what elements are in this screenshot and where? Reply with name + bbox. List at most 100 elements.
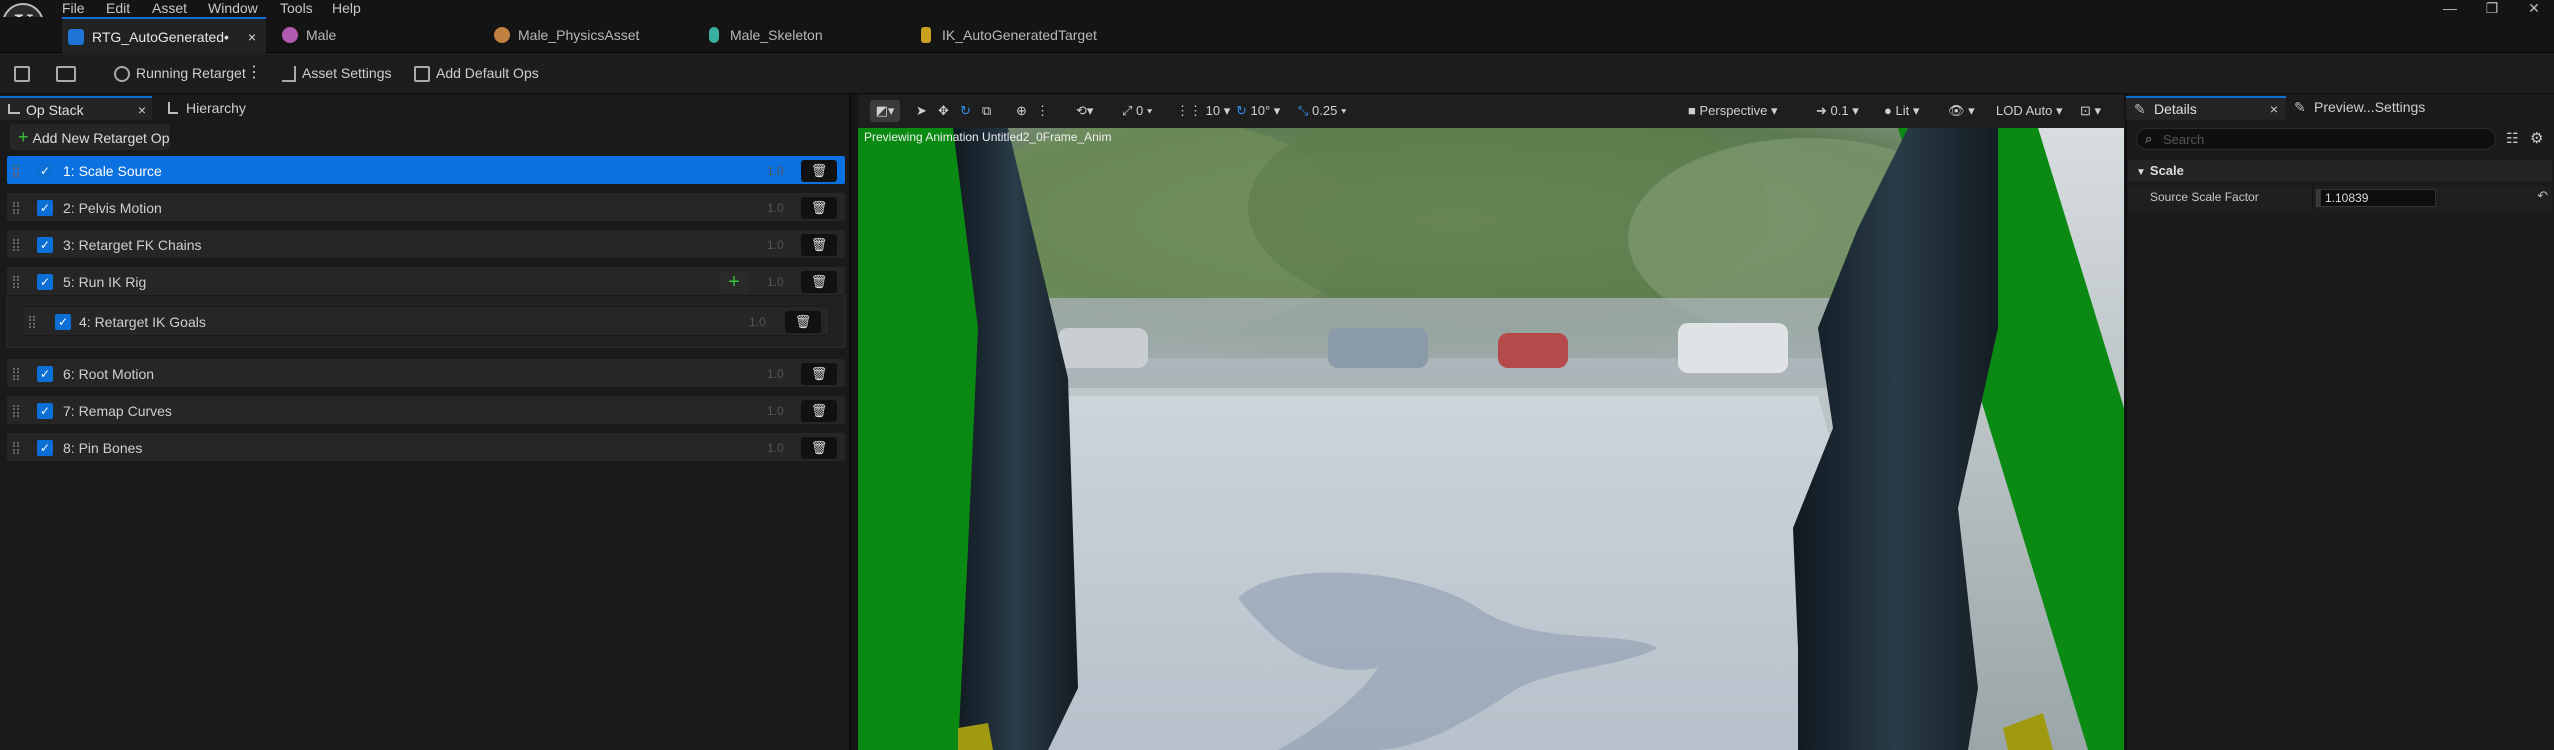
browse-asset-icon[interactable] <box>56 53 82 93</box>
add-new-retarget-op-button[interactable]: + Add New Retarget Op <box>10 124 170 150</box>
drag-handle-icon[interactable] <box>13 405 19 417</box>
op-label: 1: Scale Source <box>63 163 162 179</box>
show-flags-dropdown[interactable]: 👁 ▾ <box>1948 100 1975 122</box>
menu-asset[interactable]: Asset <box>152 0 187 17</box>
viewport-options-icon[interactable]: ◩▾ <box>870 100 900 122</box>
drag-handle-icon[interactable] <box>13 165 19 177</box>
enabled-checkbox[interactable]: ✓ <box>55 314 71 330</box>
asset-settings-button[interactable]: Asset Settings <box>282 53 392 93</box>
op-row[interactable]: ✓ 1: Scale Source 1.0 🗑 <box>6 155 846 185</box>
scale-snap-value: 0.25 <box>1312 103 1338 118</box>
tab-op-stack[interactable]: Op Stack × <box>0 96 152 120</box>
world-local-icon[interactable]: ⊕ <box>1016 100 1027 122</box>
enabled-checkbox[interactable]: ✓ <box>37 403 53 419</box>
tab-hierarchy[interactable]: Hierarchy <box>166 96 306 120</box>
tab-ik-autogeneratedtarget[interactable]: IK_AutoGeneratedTarget <box>912 17 1132 53</box>
add-default-ops-button[interactable]: Add Default Ops <box>414 53 539 93</box>
camera-speed-icon: ➜ <box>1816 103 1831 118</box>
drag-handle-icon[interactable] <box>13 276 19 288</box>
tab-male-physicsasset[interactable]: Male_PhysicsAsset <box>488 17 688 53</box>
camera-speed-value: 0.1 <box>1830 103 1849 118</box>
section-scale[interactable]: ▼ Scale <box>2128 160 2552 182</box>
translate-snap-dropdown[interactable]: ⤢ 0 ▾ <box>1122 100 1152 122</box>
grid-snap-dropdown[interactable]: ⋮⋮ 10 ▾ <box>1176 100 1230 122</box>
enabled-checkbox[interactable]: ✓ <box>37 274 53 290</box>
drag-handle-icon[interactable] <box>13 368 19 380</box>
op-row-child[interactable]: ✓ 4: Retarget IK Goals 1.0 🗑 <box>22 306 830 336</box>
translate-snap-value: 0 <box>1136 103 1144 118</box>
close-tab-icon[interactable]: × <box>138 98 146 122</box>
delete-op-icon[interactable]: 🗑 <box>801 197 837 219</box>
gear-icon[interactable]: ⚙ <box>2530 129 2543 147</box>
add-child-op-icon[interactable]: + <box>719 271 749 293</box>
enabled-checkbox[interactable]: ✓ <box>37 163 53 179</box>
running-retarget-icon <box>114 66 130 83</box>
running-retarget-button[interactable]: Running Retarget <box>114 53 246 93</box>
rotate-tool-icon[interactable]: ↻ <box>960 100 971 122</box>
viewport-scene[interactable]: Previewing Animation Untitled2_0Frame_An… <box>858 128 2124 750</box>
op-row[interactable]: ✓ 6: Root Motion 1.0 🗑 <box>6 358 846 388</box>
tab-male[interactable]: Male <box>276 17 476 53</box>
viewport[interactable]: ◩▾ ➤ ✥ ↻ ⧉ ⊕ ⋮ ⟲▾ ⤢ 0 ▾ ⋮⋮ 10 ▾ ↻ 10° ▾ … <box>858 94 2124 750</box>
delete-op-icon[interactable]: 🗑 <box>801 160 837 182</box>
delete-op-icon[interactable]: 🗑 <box>801 363 837 385</box>
tab-male-skeleton[interactable]: Male_Skeleton <box>700 17 900 53</box>
op-row[interactable]: ✓ 5: Run IK Rig + 1.0 🗑 <box>6 266 846 296</box>
scale-snap-dropdown[interactable]: ⤡ 0.25 ▾ <box>1298 100 1346 122</box>
lod-dropdown[interactable]: LOD Auto ▾ <box>1996 100 2063 122</box>
drag-handle-icon[interactable] <box>13 442 19 454</box>
drag-handle-icon[interactable] <box>29 316 35 328</box>
op-version: 1.0 <box>767 404 784 418</box>
close-tab-icon[interactable]: × <box>2270 98 2278 120</box>
reset-to-default-icon[interactable]: ↶ <box>2537 188 2548 204</box>
viewport-layout-dropdown[interactable]: ⊡ ▾ <box>2080 100 2101 122</box>
source-scale-factor-input[interactable]: 1.10839 <box>2320 189 2436 207</box>
delete-op-icon[interactable]: 🗑 <box>801 271 837 293</box>
grid-snap-icon: ⋮⋮ <box>1176 103 1206 118</box>
save-icon[interactable] <box>14 53 36 93</box>
delete-op-icon[interactable]: 🗑 <box>801 400 837 422</box>
select-tool-icon[interactable]: ➤ <box>916 100 927 122</box>
menu-help[interactable]: Help <box>332 0 361 17</box>
delete-op-icon[interactable]: 🗑 <box>785 311 821 333</box>
minimize-button[interactable]: — <box>2430 0 2470 17</box>
lit-dropdown[interactable]: ● Lit ▾ <box>1884 100 1919 122</box>
op-row[interactable]: ✓ 3: Retarget FK Chains 1.0 🗑 <box>6 229 846 259</box>
restore-button[interactable]: ❐ <box>2472 0 2512 17</box>
menu-window[interactable]: Window <box>208 0 258 17</box>
close-tab-icon[interactable]: × <box>248 19 256 55</box>
op-row[interactable]: ✓ 2: Pelvis Motion 1.0 🗑 <box>6 192 846 222</box>
menu-file[interactable]: File <box>62 0 85 17</box>
search-input[interactable]: ⌕ Search <box>2136 128 2496 150</box>
table-view-icon[interactable]: ☷ <box>2506 130 2519 147</box>
hierarchy-icon <box>168 102 178 114</box>
enabled-checkbox[interactable]: ✓ <box>37 440 53 456</box>
viewport-toolbar: ◩▾ ➤ ✥ ↻ ⧉ ⊕ ⋮ ⟲▾ ⤢ 0 ▾ ⋮⋮ 10 ▾ ↻ 10° ▾ … <box>858 94 2124 128</box>
perspective-dropdown[interactable]: ■ Perspective ▾ <box>1688 100 1778 122</box>
op-version: 1.0 <box>767 275 784 289</box>
op-row[interactable]: ✓ 7: Remap Curves 1.0 🗑 <box>6 395 846 425</box>
tab-label: Male_Skeleton <box>730 27 823 43</box>
toolbar-more-icon[interactable]: ⋮ <box>1036 100 1049 122</box>
enabled-checkbox[interactable]: ✓ <box>37 237 53 253</box>
rotation-snap-dropdown[interactable]: ↻ 10° ▾ <box>1236 100 1280 122</box>
surface-snap-icon[interactable]: ⟲▾ <box>1076 100 1093 122</box>
more-options-icon[interactable]: ⋮ <box>246 53 262 93</box>
delete-op-icon[interactable]: 🗑 <box>801 234 837 256</box>
delete-op-icon[interactable]: 🗑 <box>801 437 837 459</box>
menu-edit[interactable]: Edit <box>106 0 130 17</box>
op-row[interactable]: ✓ 8: Pin Bones 1.0 🗑 <box>6 432 846 462</box>
enabled-checkbox[interactable]: ✓ <box>37 200 53 216</box>
enabled-checkbox[interactable]: ✓ <box>37 366 53 382</box>
menu-tools[interactable]: Tools <box>280 0 313 17</box>
drag-handle-icon[interactable] <box>13 239 19 251</box>
translate-tool-icon[interactable]: ✥ <box>938 100 949 122</box>
camera-speed-dropdown[interactable]: ➜ 0.1 ▾ <box>1816 100 1859 122</box>
scale-tool-icon[interactable]: ⧉ <box>982 100 991 122</box>
drag-handle-icon[interactable] <box>13 202 19 214</box>
tab-rtg-autogenerated[interactable]: RTG_AutoGenerated• × <box>62 17 266 53</box>
tab-preview-settings[interactable]: ✎ Preview...Settings <box>2292 96 2462 120</box>
close-window-button[interactable]: ✕ <box>2514 0 2554 17</box>
tab-details[interactable]: ✎ Details × <box>2126 96 2286 120</box>
op-label: 7: Remap Curves <box>63 403 172 419</box>
